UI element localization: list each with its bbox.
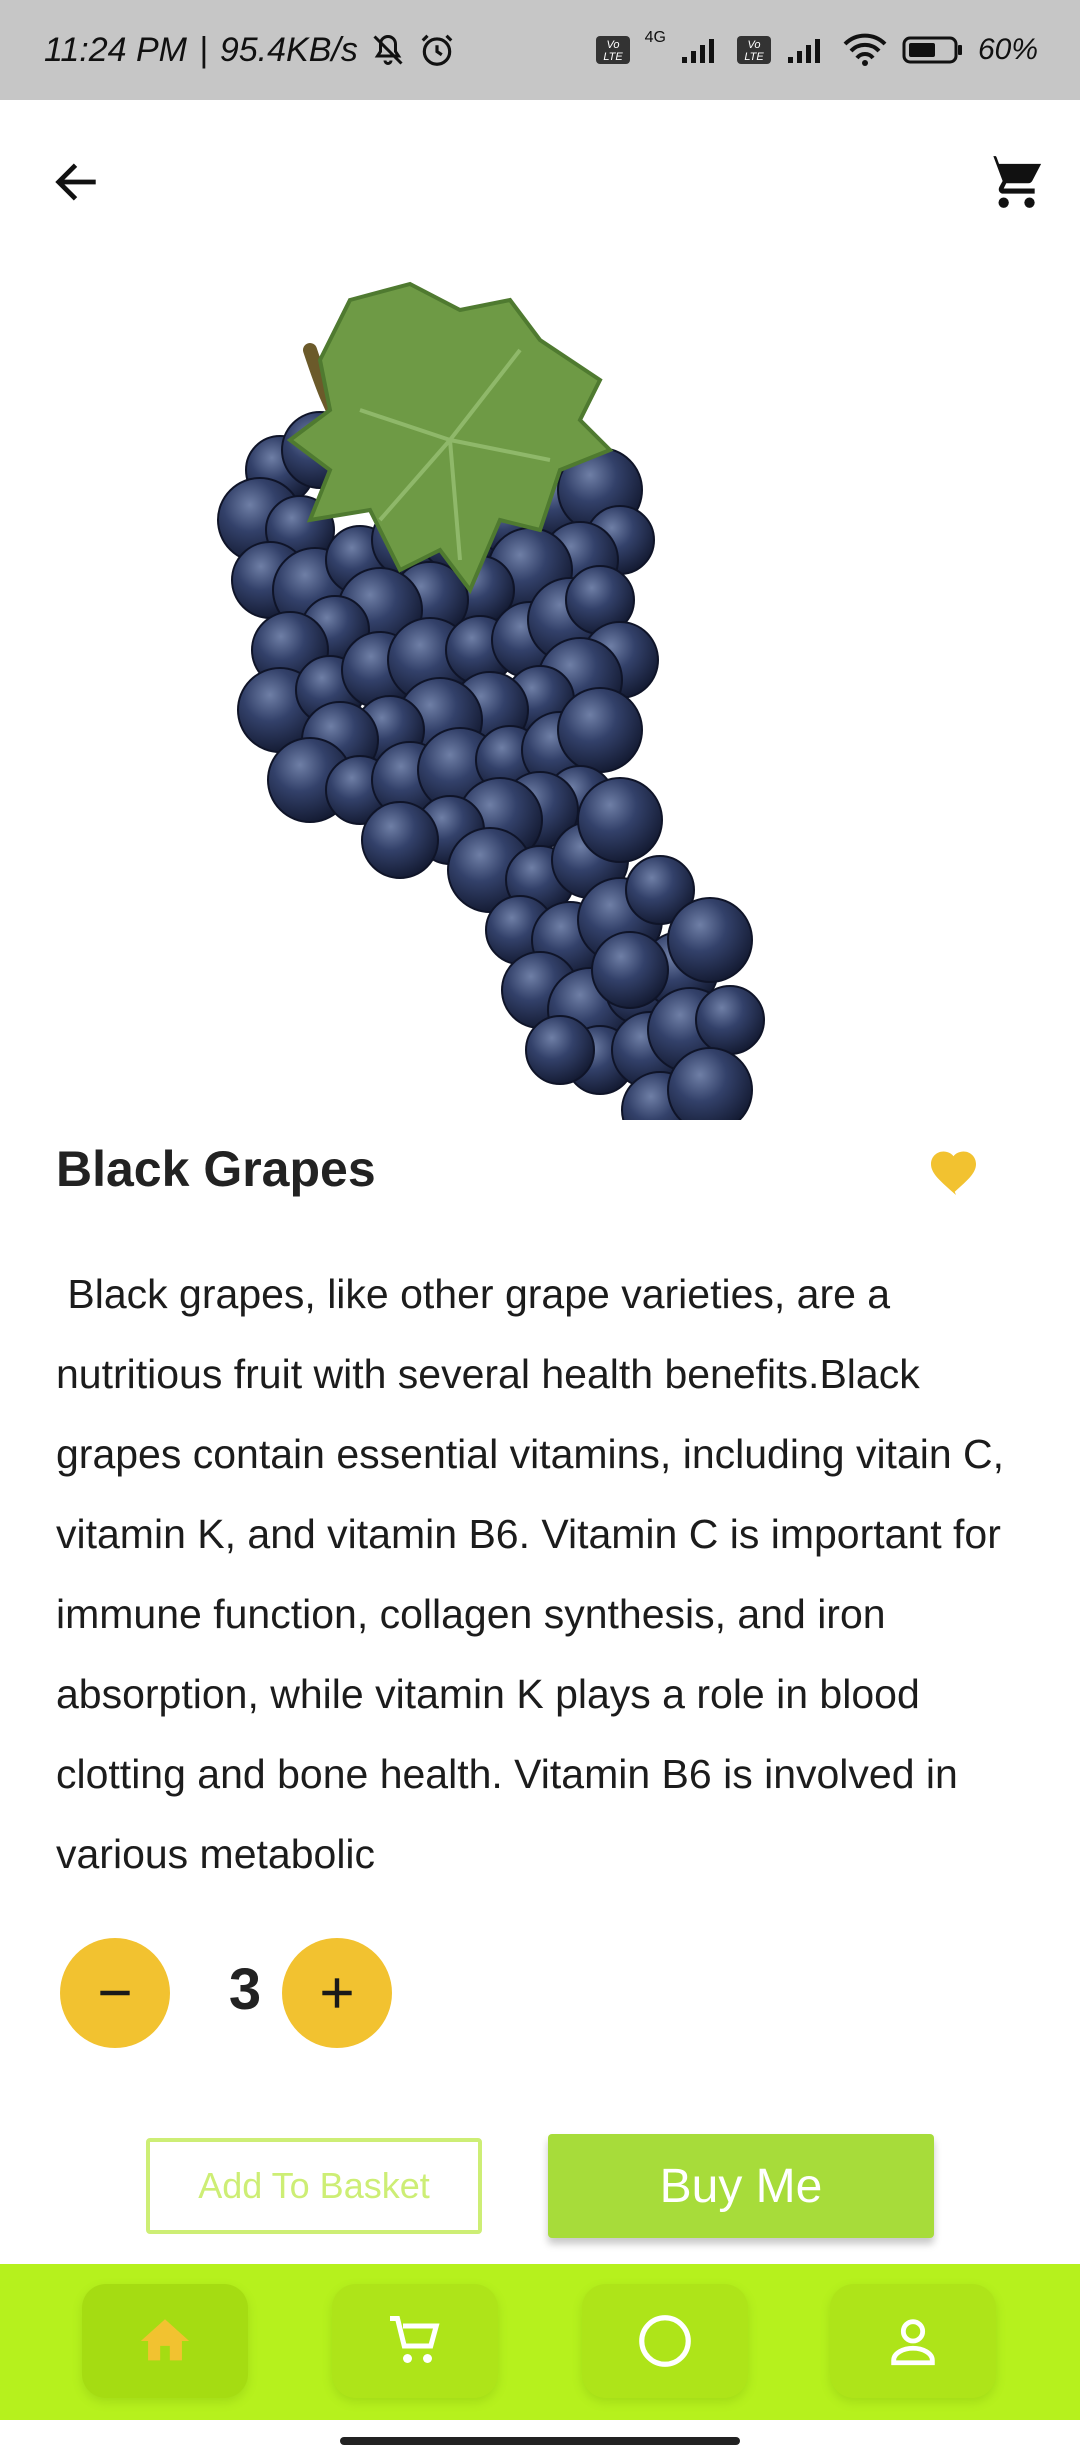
product-description: Black grapes, like other grape varieties… <box>56 1271 1016 1877</box>
mute-bell-icon <box>370 32 406 68</box>
nav-cart[interactable] <box>332 2284 498 2398</box>
cart-icon <box>390 2316 440 2363</box>
buy-me-button[interactable]: Buy Me <box>548 2134 934 2238</box>
svg-text:LTE: LTE <box>744 51 764 63</box>
bottom-navigation <box>0 2264 1080 2420</box>
grape-berry <box>695 985 765 1055</box>
heart-icon <box>931 1151 976 1195</box>
plus-icon <box>322 1978 352 2008</box>
profile-icon <box>891 2319 935 2366</box>
network-type: 4G <box>644 29 666 46</box>
quantity-value: 3 <box>228 1957 262 2022</box>
quantity-stepper: 3 <box>60 1938 660 2048</box>
product-title: Black Grapes <box>56 1141 376 1197</box>
increment-button[interactable] <box>282 1938 392 2048</box>
volte-icon: Vo LTE <box>736 35 772 65</box>
cart-button[interactable] <box>974 144 1054 220</box>
nav-circle[interactable] <box>582 2284 748 2398</box>
battery-percent: 60% <box>977 33 1038 66</box>
battery-icon <box>902 35 964 65</box>
alarm-icon <box>418 31 456 69</box>
grape-berry <box>577 777 663 863</box>
cart-icon <box>985 156 1042 208</box>
svg-text:LTE: LTE <box>603 51 623 63</box>
status-right: Vo LTE 4G Vo LTE 60% <box>595 29 1038 67</box>
status-time: 11:24 PM <box>44 30 188 69</box>
nav-profile[interactable] <box>830 2284 996 2398</box>
volte-icon: Vo LTE <box>595 35 631 65</box>
grape-berry <box>557 687 643 773</box>
svg-text:Vo: Vo <box>747 39 760 51</box>
svg-text:Vo: Vo <box>606 39 619 51</box>
status-left: 11:24 PM | 95.4KB/s <box>44 31 456 70</box>
black-grapes-image <box>217 281 765 1120</box>
signal-icon <box>786 35 828 65</box>
circle-icon <box>639 2315 691 2367</box>
grape-berry <box>525 1015 595 1085</box>
grape-berry <box>591 931 669 1009</box>
minus-icon <box>100 1990 130 1996</box>
app-bar <box>0 100 1080 260</box>
signal-icon <box>680 35 722 65</box>
status-separator: | <box>199 30 208 69</box>
nav-home[interactable] <box>82 2284 248 2398</box>
grape-berry <box>667 897 753 983</box>
favorite-button[interactable] <box>926 1142 990 1202</box>
arrow-left-icon <box>55 163 96 201</box>
add-to-basket-button[interactable]: Add To Basket <box>146 2138 482 2234</box>
wifi-icon <box>842 33 888 67</box>
grape-berry <box>667 1047 753 1120</box>
status-bar: 11:24 PM | 95.4KB/s Vo LTE 4G Vo LTE 60% <box>0 0 1080 100</box>
back-button[interactable] <box>40 146 112 218</box>
decrement-button[interactable] <box>60 1938 170 2048</box>
home-icon <box>140 2319 190 2361</box>
home-indicator <box>340 2437 740 2445</box>
grape-berry <box>361 801 439 879</box>
status-speed: 95.4KB/s <box>219 30 358 69</box>
